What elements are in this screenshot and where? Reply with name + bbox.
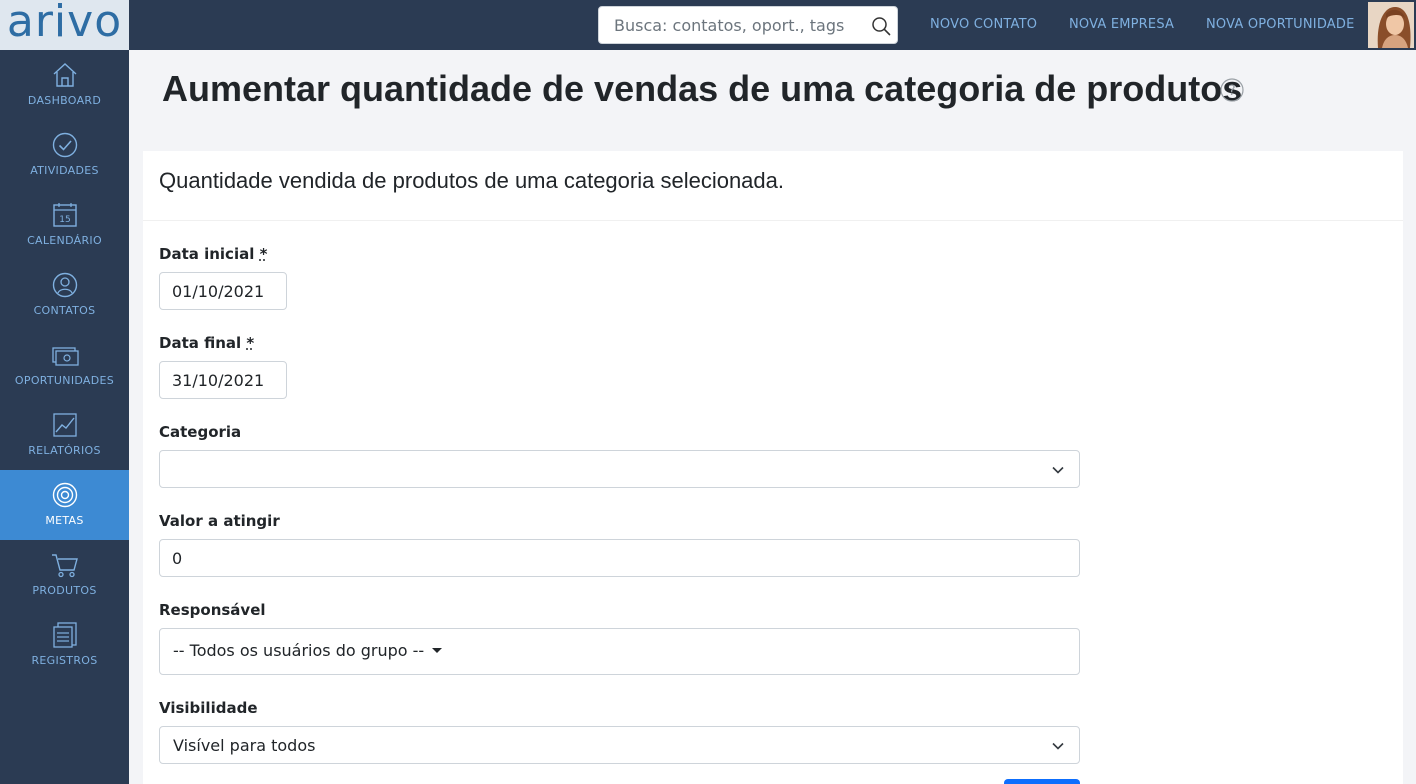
save-button[interactable] xyxy=(1004,779,1080,784)
user-avatar[interactable] xyxy=(1368,2,1414,48)
owner-label: Responsável xyxy=(159,601,266,619)
visibility-label: Visibilidade xyxy=(159,699,258,717)
caret-down-icon xyxy=(432,647,443,653)
target-value-input[interactable] xyxy=(159,539,1080,577)
end-date-label: Data final * xyxy=(159,334,255,352)
card-subtitle: Quantidade vendida de produtos de uma ca… xyxy=(159,168,785,193)
search-box xyxy=(598,6,898,44)
cart-icon xyxy=(51,554,78,578)
owner-dropdown-value: -- Todos os usuários do grupo -- xyxy=(173,641,443,660)
search-input[interactable] xyxy=(599,7,859,43)
new-contact-link[interactable]: NOVO CONTATO xyxy=(930,17,1037,32)
sidebar-item-label: METAS xyxy=(45,514,84,527)
money-icon xyxy=(51,347,79,366)
home-icon xyxy=(53,63,76,87)
sidebar-item-label: PRODUTOS xyxy=(32,584,97,597)
sidebar-item-registros[interactable]: REGISTROS xyxy=(0,610,129,680)
start-date-label: Data inicial * xyxy=(159,245,268,263)
arivo-logo[interactable]: arivo xyxy=(0,0,129,50)
sidebar-item-calendario[interactable]: 15 CALENDÁRIO xyxy=(0,190,129,260)
search-icon[interactable] xyxy=(871,16,891,36)
sidebar-item-label: CALENDÁRIO xyxy=(27,234,102,247)
sidebar-item-label: OPORTUNIDADES xyxy=(14,374,115,387)
target-icon xyxy=(52,482,77,508)
sidebar: DASHBOARD ATIVIDADES 15 CALENDÁRIO CONTA… xyxy=(0,50,129,784)
sidebar-item-metas[interactable]: METAS xyxy=(0,470,129,540)
card-header: Quantidade vendida de produtos de uma ca… xyxy=(143,151,1403,221)
avatar-photo xyxy=(1368,2,1414,48)
owner-dropdown[interactable]: -- Todos os usuários do grupo -- xyxy=(159,628,1080,675)
chart-icon xyxy=(52,413,77,437)
category-label: Categoria xyxy=(159,423,242,441)
category-select[interactable] xyxy=(159,450,1080,488)
start-date-input[interactable] xyxy=(159,272,287,310)
visibility-select[interactable]: Visível para todos xyxy=(159,726,1080,764)
sidebar-item-label: RELATÓRIOS xyxy=(28,444,101,457)
new-company-link[interactable]: NOVA EMPRESA xyxy=(1069,17,1174,32)
sidebar-item-label: DASHBOARD xyxy=(27,94,102,107)
sidebar-item-label: CONTATOS xyxy=(33,304,96,317)
sidebar-item-relatorios[interactable]: RELATÓRIOS xyxy=(0,400,129,470)
chevron-down-icon xyxy=(1052,466,1064,474)
required-mark: * xyxy=(259,245,268,263)
visibility-select-value: Visível para todos xyxy=(173,736,316,755)
sidebar-item-label: REGISTROS xyxy=(31,654,98,667)
calendar-day: 15 xyxy=(59,215,70,225)
sidebar-item-dashboard[interactable]: DASHBOARD xyxy=(0,50,129,120)
check-circle-icon xyxy=(52,132,77,158)
target-value-label: Valor a atingir xyxy=(159,512,280,530)
sidebar-item-oportunidades[interactable]: OPORTUNIDADES xyxy=(0,330,129,400)
svg-text:?: ? xyxy=(1228,83,1235,99)
page-title: Aumentar quantidade de vendas de uma cat… xyxy=(162,68,1243,109)
help-icon[interactable]: ? xyxy=(1220,78,1244,102)
calendar-icon: 15 xyxy=(52,203,77,227)
sidebar-item-atividades[interactable]: ATIVIDADES xyxy=(0,120,129,190)
end-date-input[interactable] xyxy=(159,361,287,399)
required-mark: * xyxy=(246,334,255,352)
logo-text: arivo xyxy=(6,0,123,47)
records-icon xyxy=(52,622,77,648)
chevron-down-icon xyxy=(1052,742,1064,750)
sidebar-item-contatos[interactable]: CONTATOS xyxy=(0,260,129,330)
sidebar-item-label: ATIVIDADES xyxy=(30,164,99,177)
top-navbar: arivo NOVO CONTATO NOVA EMPRESA NOVA OPO… xyxy=(0,0,1416,50)
user-icon xyxy=(52,272,77,298)
sidebar-item-produtos[interactable]: PRODUTOS xyxy=(0,540,129,610)
new-opportunity-link[interactable]: NOVA OPORTUNIDADE xyxy=(1206,17,1355,32)
